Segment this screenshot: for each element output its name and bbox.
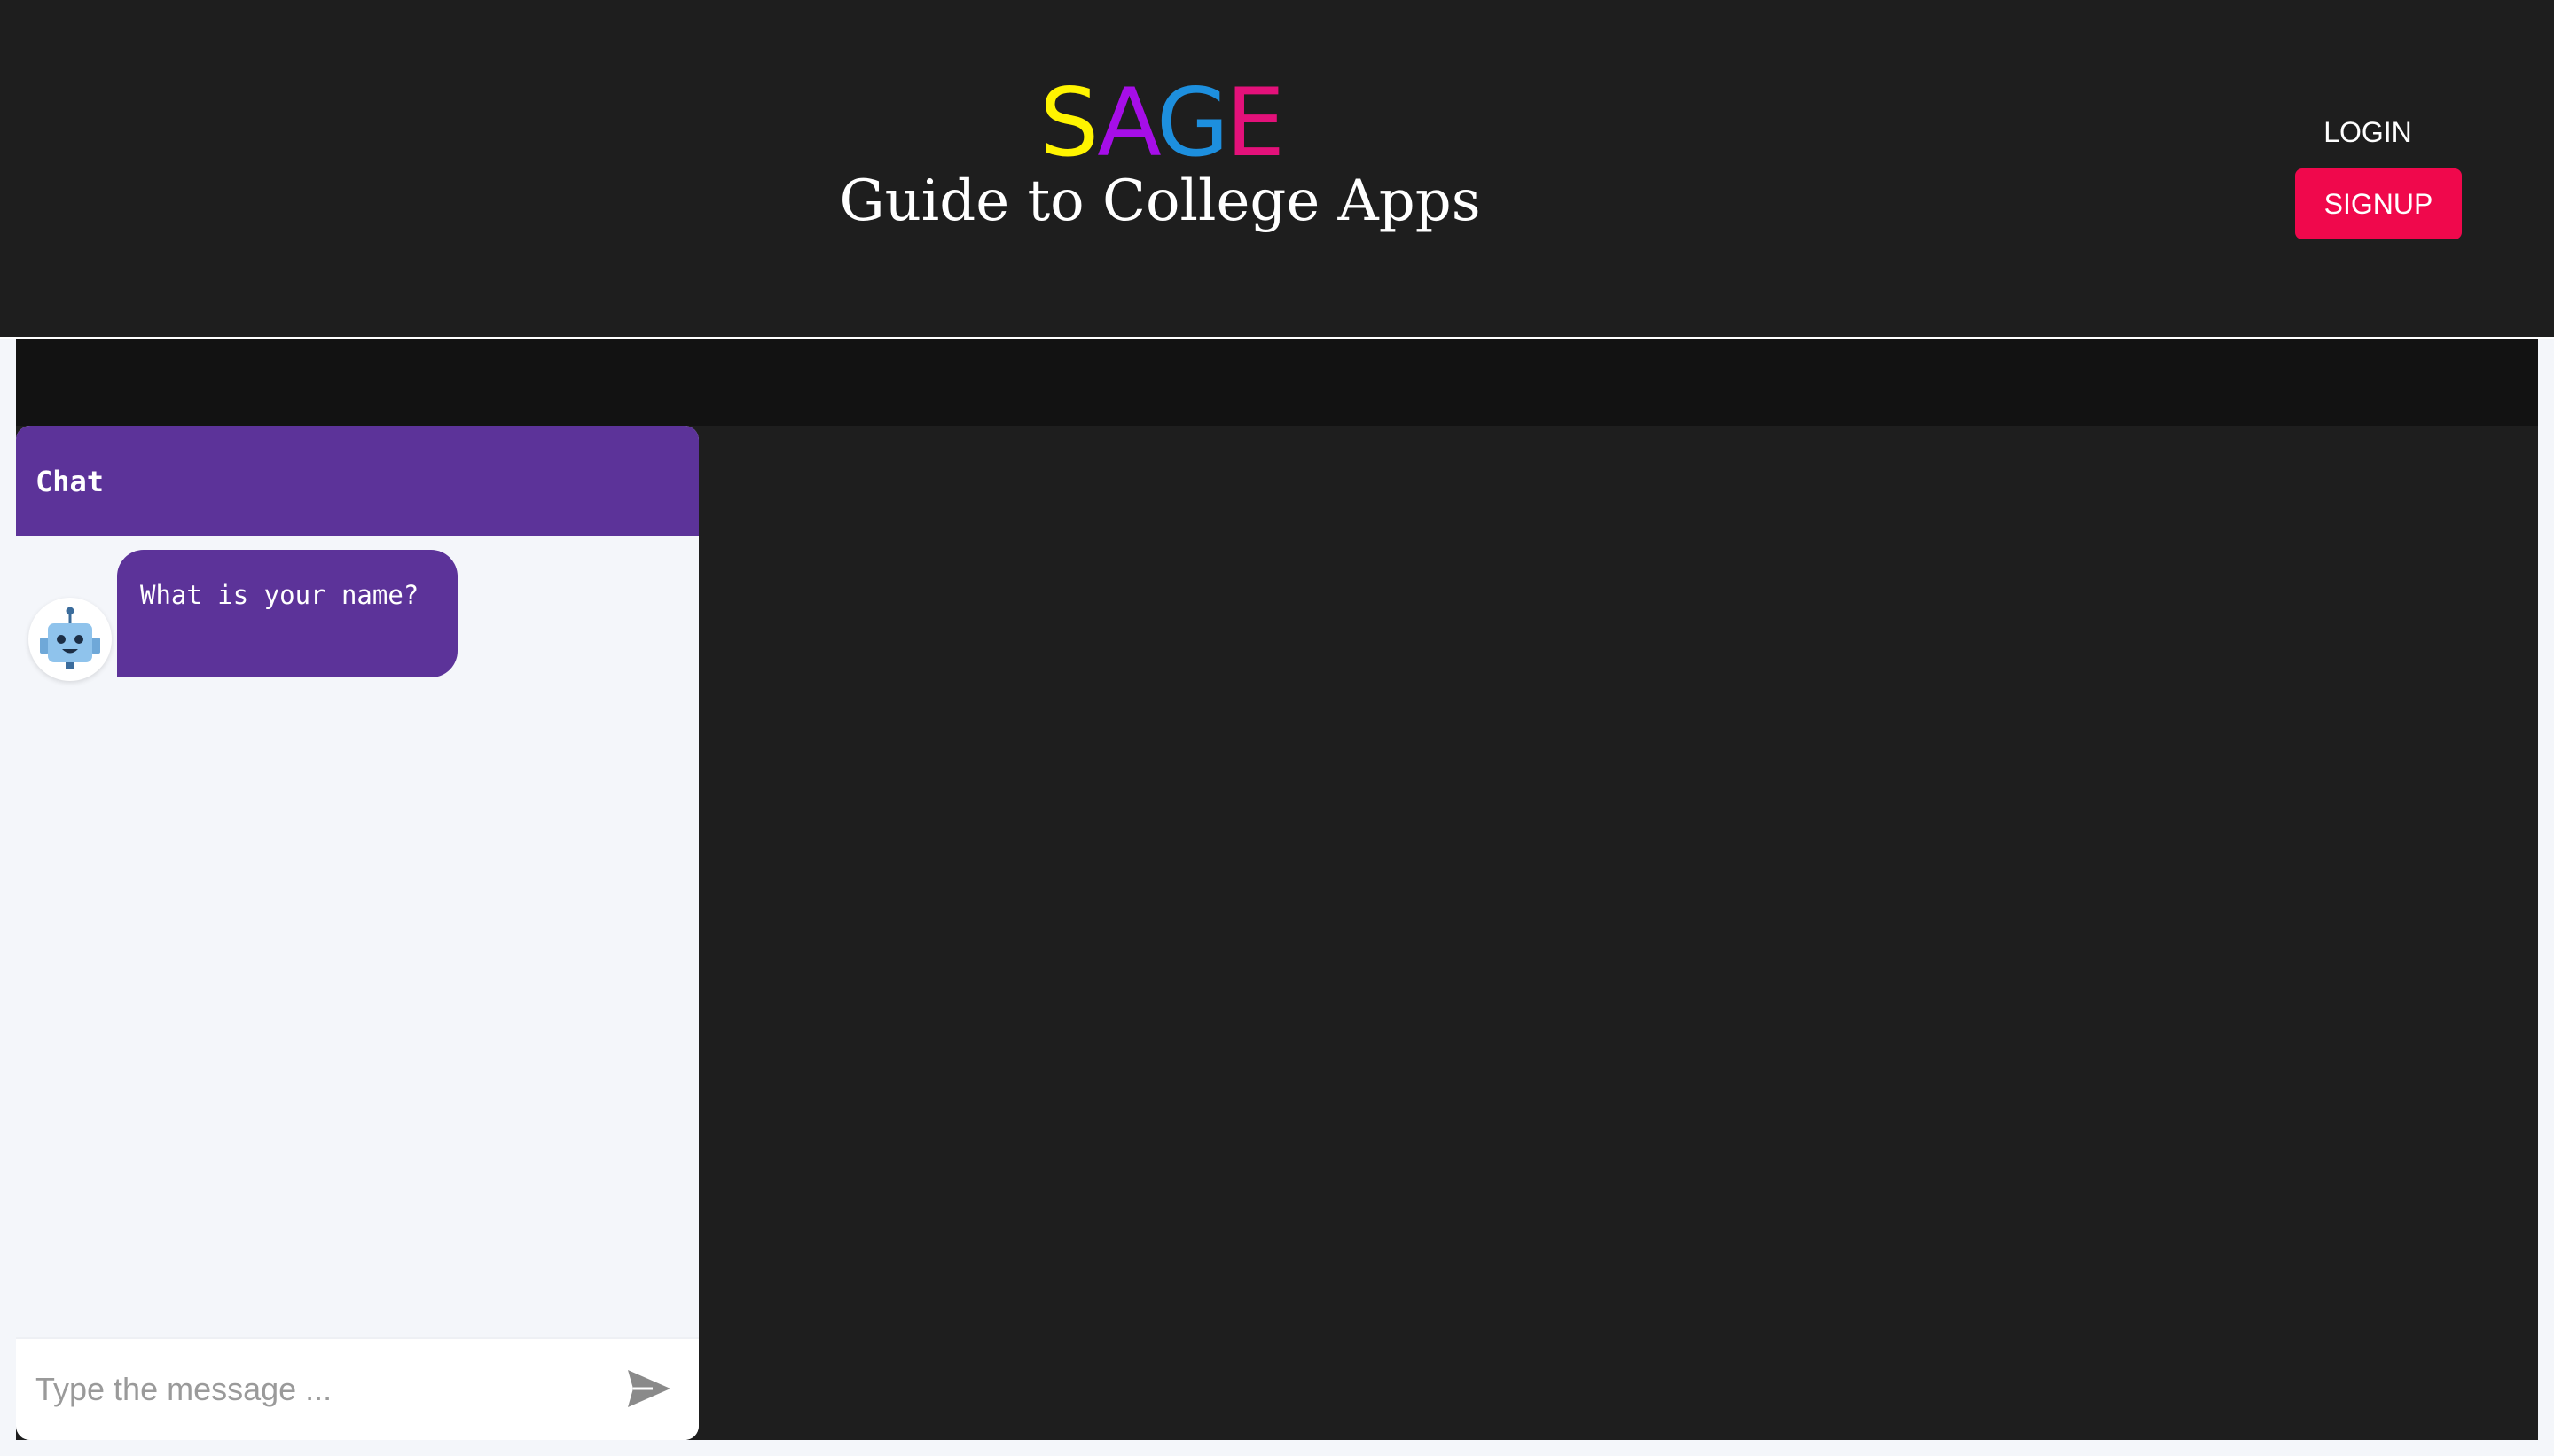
- chat-title: Chat: [35, 465, 105, 498]
- send-button[interactable]: [619, 1358, 681, 1421]
- bot-avatar: [28, 598, 112, 681]
- app-header: SAGE Guide to College Apps LOGIN SIGNUP: [0, 0, 2554, 339]
- content-top-band: [16, 339, 2538, 426]
- chat-panel: Chat What is your name?: [16, 426, 699, 1440]
- sage-logo: SAGE: [1039, 74, 1285, 172]
- chat-input-bar: [16, 1337, 699, 1440]
- site-subtitle: Guide to College Apps: [839, 168, 1481, 234]
- robot-icon: [40, 607, 100, 669]
- signup-button[interactable]: SIGNUP: [2295, 168, 2462, 239]
- login-link[interactable]: LOGIN: [2306, 110, 2430, 154]
- message-input[interactable]: [35, 1366, 603, 1413]
- chat-header: Chat: [16, 426, 699, 536]
- bot-message-text: What is your name?: [140, 580, 419, 610]
- send-icon: [628, 1370, 670, 1407]
- bot-message-bubble: What is your name?: [117, 550, 458, 677]
